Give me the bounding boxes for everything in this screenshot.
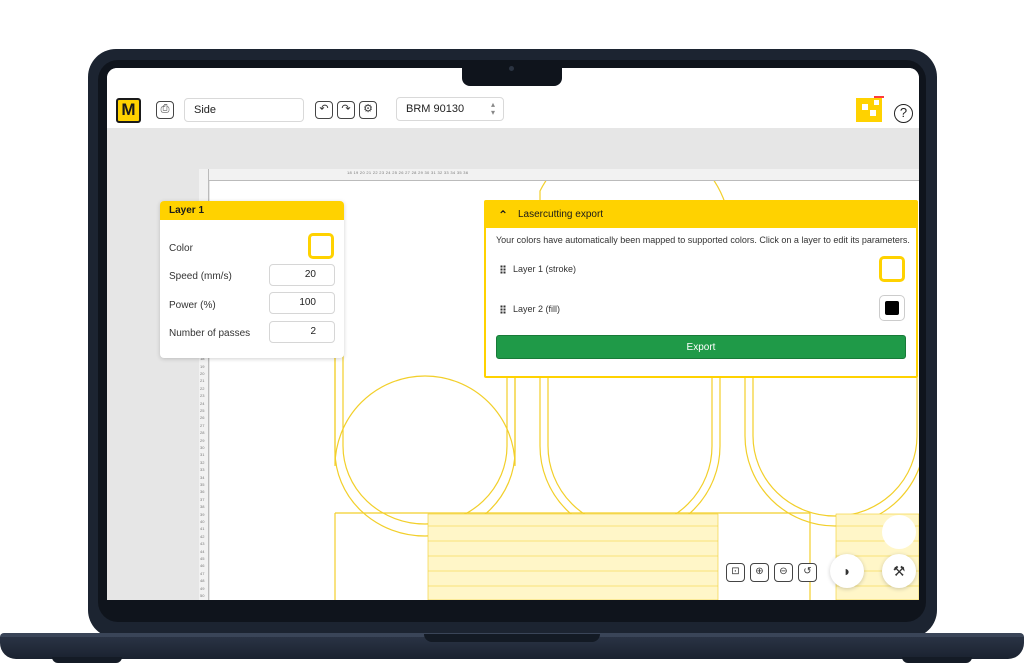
export-layer-row-2[interactable]: Layer 2 (fill) [500,304,561,315]
export-layer-label: Layer 2 (fill) [513,304,561,314]
app-screen: M ⎙ Side ↶ ↷ ⚙ BRM 90130 ▴ ▾ ? 18 19 20 … [107,68,919,600]
ruler-tick-label: 30 [200,445,205,450]
ruler-tick-label: 37 [200,496,205,502]
laptop-hinge [424,634,600,642]
export-layer-label: Layer 1 (stroke) [513,264,577,274]
ruler-tick-label: 19 [200,363,205,369]
ruler-tick-label: 39 [200,511,205,517]
ruler-tick-label: 38 [200,504,205,510]
ruler-tick-label: 48 [200,578,205,584]
ruler-tick-label: 31 [200,452,205,458]
redo-icon[interactable]: ↷ [337,101,355,119]
zoom-in-icon[interactable]: ⊕ [750,563,769,582]
ruler-tick-label: 24 [200,400,205,406]
drag-handle-icon[interactable] [500,305,506,315]
ruler-tick-label: 33 [200,467,205,473]
ruler-tick-label: 45 [200,556,205,561]
laser-icon[interactable]: ⚒ [882,554,916,588]
document-name-input[interactable]: Side [184,98,304,122]
power-input[interactable]: 100 [269,292,335,314]
black-fill-swatch [885,301,899,315]
ruler-tick-label: 21 [200,378,205,384]
ruler-tick-label: 27 [200,422,205,428]
ruler-tick-label: 20 [200,371,205,376]
power-label: Power (%) [169,300,216,311]
ruler-tick-label: 23 [200,393,205,399]
export-layer-row-1[interactable]: Layer 1 (stroke) [500,264,577,275]
design-canvas[interactable]: 18 19 20 21 22 23 24 25 26 27 28 29 30 3… [107,129,919,600]
speed-label: Speed (mm/s) [169,271,232,282]
chevron-updown-icon: ▴ ▾ [490,100,495,117]
help-icon[interactable]: ? [894,104,913,123]
material-select-value: BRM 90130 [406,103,465,115]
tape-measure-icon[interactable]: ⊡ [726,563,745,582]
ruler-tick-label: 50 [200,593,205,598]
laptop-foot-left [52,657,122,663]
brand-icon [856,96,884,122]
ruler-tick-label: 49 [200,585,205,591]
camera-notch [462,60,562,86]
ruler-tick-label: 42 [200,533,205,539]
camera-icon [509,66,514,71]
material-select[interactable]: BRM 90130 ▴ ▾ [396,97,504,121]
undo-icon[interactable]: ↶ [315,101,333,119]
ruler-tick-label: 43 [200,541,205,547]
canvas-overlay-circle [882,515,916,549]
ruler-tick-label: 22 [200,385,205,391]
layer-2-color-swatch[interactable] [879,295,905,321]
file-icon[interactable]: ⎙ [156,101,174,119]
ruler-tick-label: 34 [200,474,205,480]
export-button[interactable]: Export [496,335,906,359]
export-panel-header[interactable]: ⌃ Lasercutting export [486,202,916,228]
preview-icon[interactable]: ◗ [830,554,864,588]
ruler-tick-label: 41 [200,526,205,532]
ruler-tick-label: 47 [200,570,205,576]
ruler-tick-label: 26 [200,415,205,421]
lasercutting-export-panel: ⌃ Lasercutting export Your colors have a… [484,200,918,378]
ruler-tick-label: 44 [200,548,205,554]
laptop-foot-right [902,657,972,663]
passes-label: Number of passes [169,328,251,339]
ruler-tick-label: 35 [200,482,205,487]
speed-input[interactable]: 20 [269,264,335,286]
ruler-tick-label: 25 [200,408,205,413]
ruler-tick-label: 36 [200,489,205,495]
ruler-tick-label: 46 [200,563,205,569]
ruler-tick-label: 40 [200,519,205,524]
ruler-tick-label: 29 [200,437,205,443]
ruler-tick-label: 28 [200,430,205,436]
layer-settings-panel: Layer 1 Color Speed (mm/s) 20 Power (%) … [160,201,344,358]
ruler-tick-label: 32 [200,459,205,465]
settings-icon[interactable]: ⚙ [359,101,377,119]
layer-color-swatch[interactable] [308,233,334,259]
chevron-up-icon[interactable]: ⌃ [498,202,508,228]
drag-handle-icon[interactable] [500,265,506,275]
passes-input[interactable]: 2 [269,321,335,343]
export-panel-title: Lasercutting export [518,209,604,220]
color-label: Color [169,243,193,254]
export-description: Your colors have automatically been mapp… [496,235,910,245]
ruler-top: 18 19 20 21 22 23 24 25 26 27 28 29 30 3… [207,169,919,181]
reset-view-icon[interactable]: ↺ [798,563,817,582]
zoom-out-icon[interactable]: ⊖ [774,563,793,582]
logo-icon[interactable]: M [116,98,141,123]
layer-1-color-swatch[interactable] [879,256,905,282]
layer-panel-title: Layer 1 [160,201,344,220]
